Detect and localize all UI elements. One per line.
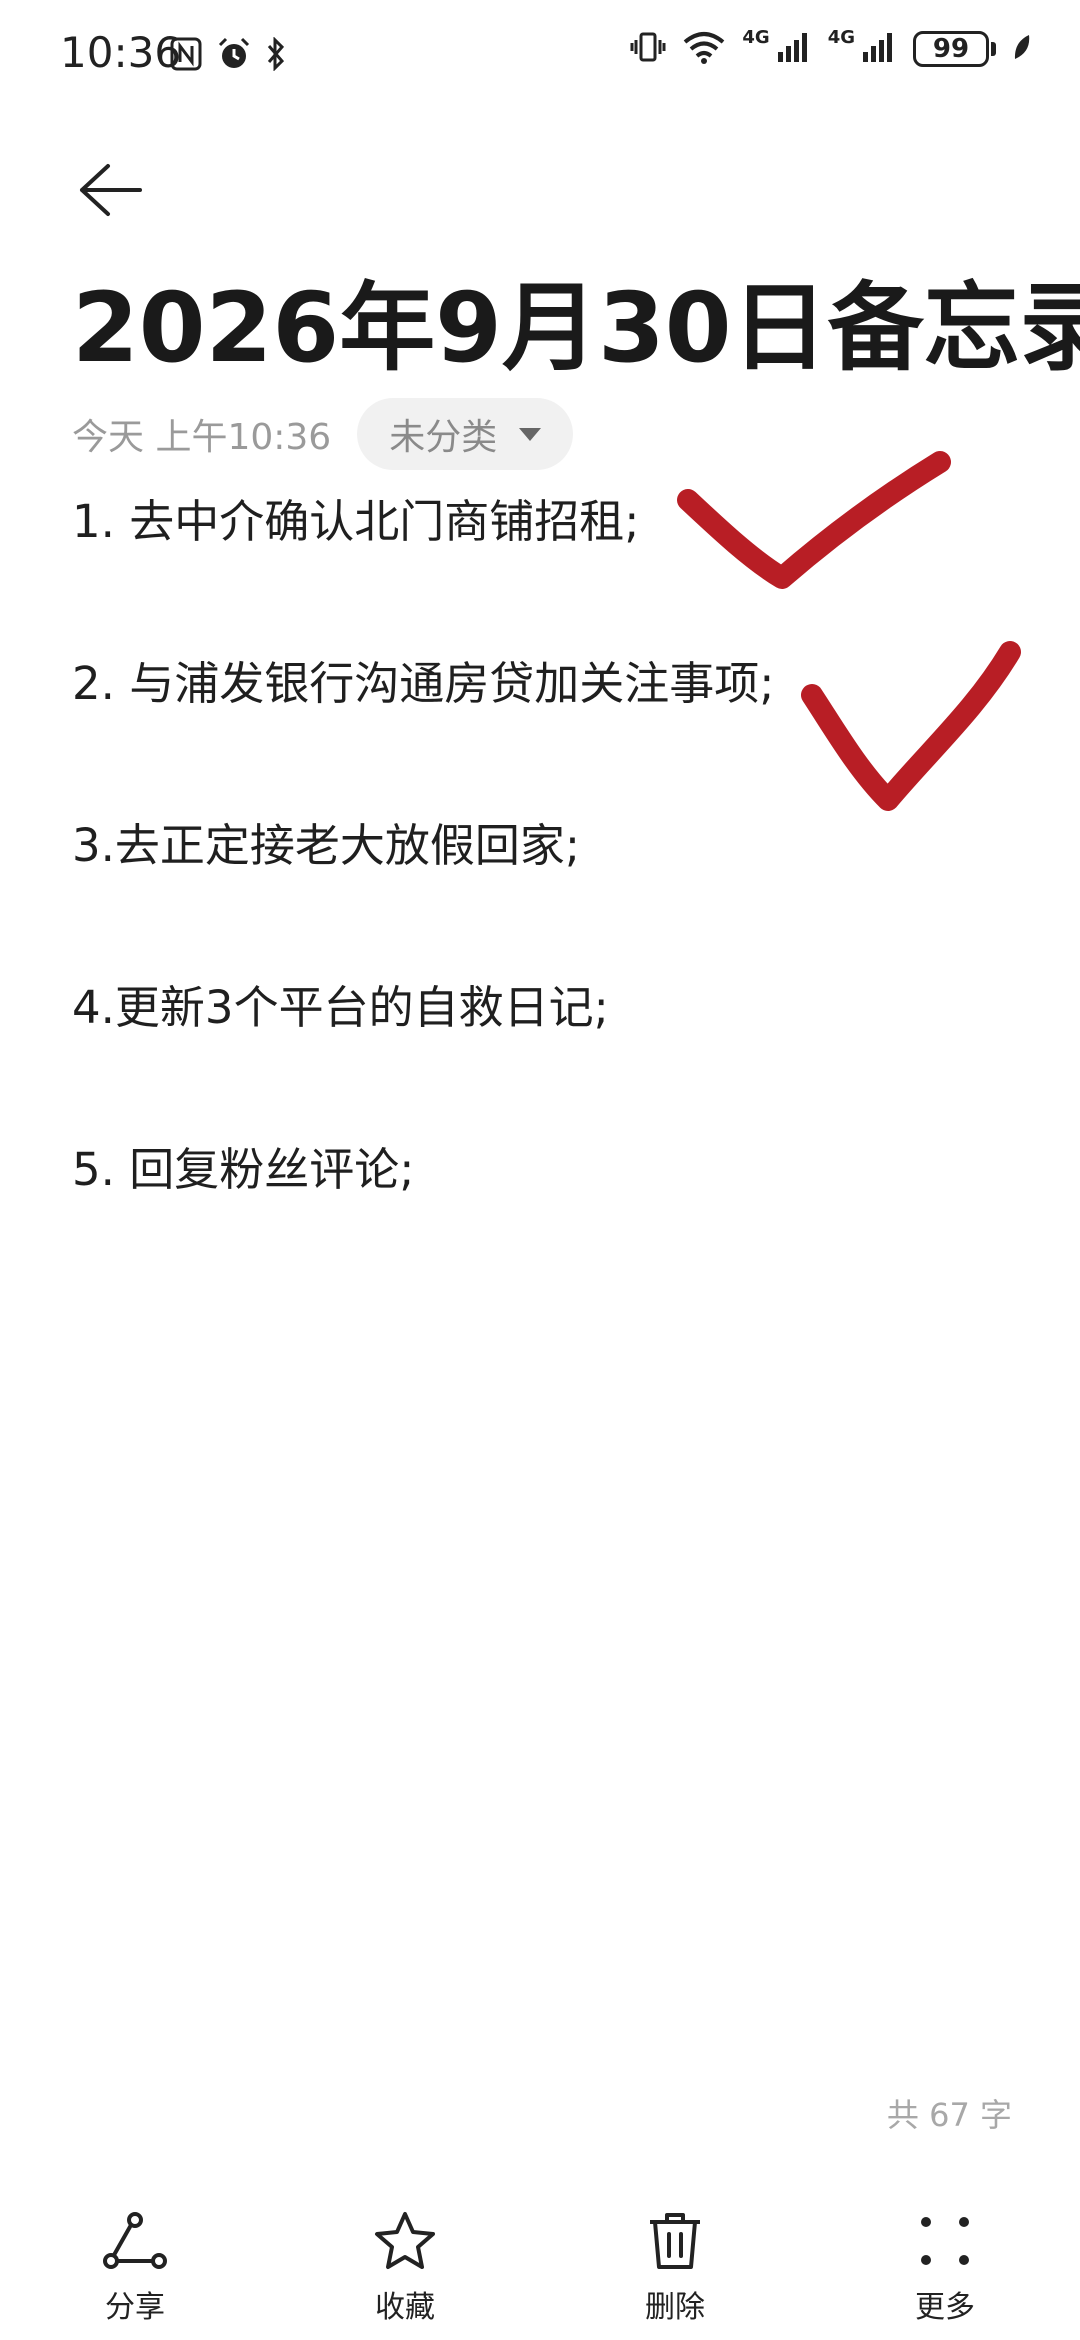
bottom-toolbar: 分享 收藏 删除 更多	[0, 2190, 1080, 2340]
nfc-icon	[170, 37, 202, 75]
favorite-label: 收藏	[375, 2290, 435, 2325]
note-line[interactable]: 2. 与浦发银行沟通房贷加关注事项;	[72, 652, 1012, 716]
share-label: 分享	[105, 2290, 165, 2325]
more-label: 更多	[915, 2290, 975, 2325]
status-left-icons	[170, 36, 286, 76]
delete-button[interactable]: 删除	[540, 2190, 810, 2340]
note-line[interactable]: 3.去正定接老大放假回家;	[72, 814, 1012, 878]
note-line[interactable]: 1. 去中介确认北门商铺招租;	[72, 490, 1012, 554]
note-line[interactable]: 5. 回复粉丝评论;	[72, 1138, 1012, 1202]
note-line[interactable]: 4.更新3个平台的自救日记;	[72, 976, 1012, 1040]
favorite-button[interactable]: 收藏	[270, 2190, 540, 2340]
caret-down-icon	[519, 427, 542, 441]
vibrate-icon	[630, 30, 666, 68]
back-button[interactable]	[70, 150, 150, 230]
word-count: 共 67 字	[886, 2096, 1012, 2134]
wifi-icon	[682, 30, 726, 68]
star-icon	[370, 2206, 440, 2276]
leaf-icon	[1012, 32, 1032, 66]
battery-level: 99	[932, 34, 970, 64]
status-right-icons: 4G 4G 99	[630, 26, 1032, 68]
bluetooth-icon	[266, 36, 286, 75]
signal-icon	[861, 30, 897, 68]
status-bar: 10:36 4G 4G 99	[0, 0, 1080, 100]
more-dots-icon	[910, 2206, 980, 2276]
network-type-1: 4G	[742, 26, 770, 48]
alarm-icon	[216, 36, 252, 76]
battery-indicator: 99	[913, 31, 989, 67]
network-type-2: 4G	[827, 26, 855, 48]
share-button[interactable]: 分享	[0, 2190, 270, 2340]
category-selector[interactable]: 未分类	[357, 398, 574, 470]
note-meta: 今天 上午10:36 未分类	[72, 396, 574, 472]
note-timestamp: 今天 上午10:36	[72, 417, 332, 458]
delete-label: 删除	[645, 2290, 705, 2325]
back-arrow-icon	[80, 164, 142, 216]
trash-icon	[640, 2206, 710, 2276]
share-icon	[100, 2206, 170, 2276]
status-time: 10:36	[60, 28, 182, 77]
note-body[interactable]: 1. 去中介确认北门商铺招租; 2. 与浦发银行沟通房贷加关注事项; 3.去正定…	[72, 490, 1012, 1300]
more-button[interactable]: 更多	[810, 2190, 1080, 2340]
battery-tip	[991, 42, 996, 56]
page-title[interactable]: 2026年9月30日备忘录	[72, 268, 1080, 388]
category-label: 未分类	[389, 417, 498, 458]
signal-icon	[776, 30, 812, 68]
